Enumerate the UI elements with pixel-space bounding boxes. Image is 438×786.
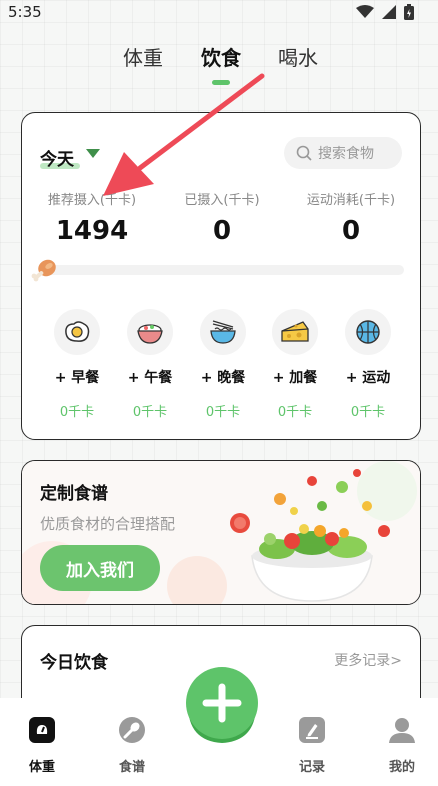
meal-icon-wrap <box>54 309 100 355</box>
search-food-input[interactable]: 搜索食物 <box>284 137 402 169</box>
nav-weight[interactable]: 体重 <box>12 716 72 775</box>
tab-weight[interactable]: 体重 <box>123 42 163 71</box>
meal-kcal: 0千卡 <box>350 405 386 420</box>
meal-kcal: 0千卡 <box>205 405 241 420</box>
nav-label: 体重 <box>28 760 55 775</box>
wifi-icon <box>356 5 374 18</box>
meal-kcal: 0千卡 <box>59 405 95 420</box>
add-snack-button[interactable]: + 加餐 0千卡 <box>262 309 328 420</box>
noodle-bowl-icon <box>210 320 236 344</box>
meal-icon-wrap <box>345 309 391 355</box>
stat-value: 0 <box>341 216 361 246</box>
scale-icon <box>29 717 55 743</box>
meal-icon-wrap <box>272 309 318 355</box>
add-breakfast-button[interactable]: + 早餐 0千卡 <box>44 309 110 420</box>
custom-recipe-banner[interactable]: 定制食谱 优质食材的合理搭配 加入我们 <box>21 460 421 605</box>
meal-name: + 早餐 <box>54 370 100 386</box>
top-tabs: 体重 饮食 喝水 <box>0 42 438 86</box>
nav-records[interactable]: 记录 <box>282 716 342 775</box>
basketball-icon <box>356 320 380 344</box>
meal-kcal: 0千卡 <box>277 405 313 420</box>
meal-name: + 晚餐 <box>200 370 246 386</box>
spoon-icon <box>119 717 145 743</box>
tab-indicator <box>212 80 230 85</box>
add-exercise-button[interactable]: + 运动 0千卡 <box>335 309 401 420</box>
join-us-button[interactable]: 加入我们 <box>40 545 160 591</box>
stat-label: 运动消耗(千卡) <box>306 193 396 208</box>
nav-label: 我的 <box>388 760 415 775</box>
calorie-progress-bar <box>44 265 404 275</box>
user-icon <box>389 718 415 743</box>
recipe-subtitle: 优质食材的合理搭配 <box>40 515 176 533</box>
meal-name: + 午餐 <box>127 370 173 386</box>
nav-profile[interactable]: 我的 <box>372 716 432 775</box>
stat-label: 已摄入(千卡) <box>184 193 260 208</box>
recommended-intake-stat: 推荐摄入(千卡) 1494 <box>40 189 144 246</box>
date-label: 今天 <box>40 150 74 170</box>
meal-name: + 加餐 <box>272 370 318 386</box>
cheese-icon <box>281 321 309 342</box>
search-icon <box>296 145 312 161</box>
add-lunch-button[interactable]: + 午餐 0千卡 <box>117 309 183 420</box>
add-record-button[interactable] <box>184 665 260 745</box>
status-bar: 5:35 <box>0 0 438 26</box>
search-placeholder: 搜索食物 <box>318 146 374 162</box>
status-time: 5:35 <box>8 3 42 21</box>
chicken-leg-icon <box>31 259 56 282</box>
rice-bowl-icon <box>137 324 163 344</box>
exercise-stat: 运动消耗(千卡) 0 <box>296 189 406 246</box>
status-icons <box>356 4 414 20</box>
triangle-down-icon[interactable] <box>86 149 100 158</box>
nav-label: 记录 <box>298 760 325 775</box>
meal-name: + 运动 <box>345 370 391 386</box>
signal-icon <box>382 5 396 19</box>
stat-value: 1494 <box>55 216 129 246</box>
tab-diet[interactable]: 饮食 <box>201 42 241 71</box>
egg-icon <box>65 321 90 342</box>
add-dinner-button[interactable]: + 晚餐 0千卡 <box>190 309 256 420</box>
more-records-link[interactable]: 更多记录> <box>334 650 402 670</box>
nav-recipes[interactable]: 食谱 <box>102 716 162 775</box>
stat-label: 推荐摄入(千卡) <box>47 193 137 208</box>
date-selector[interactable]: 今天 <box>40 145 74 170</box>
recipe-title: 定制食谱 <box>40 484 108 504</box>
nav-label: 食谱 <box>118 760 145 775</box>
edit-icon <box>299 717 325 743</box>
today-diet-title: 今日饮食 <box>40 653 108 673</box>
meal-kcal: 0千卡 <box>132 405 168 420</box>
meal-icon-wrap <box>200 309 246 355</box>
stat-value: 0 <box>212 216 232 246</box>
meal-icon-wrap <box>127 309 173 355</box>
intake-stat: 已摄入(千卡) 0 <box>172 189 272 246</box>
tab-water[interactable]: 喝水 <box>278 42 318 71</box>
today-card: 今天 搜索食物 推荐摄入(千卡) 1494 已摄入(千卡) 0 运动消耗(千卡)… <box>21 112 421 440</box>
battery-icon <box>404 4 414 20</box>
